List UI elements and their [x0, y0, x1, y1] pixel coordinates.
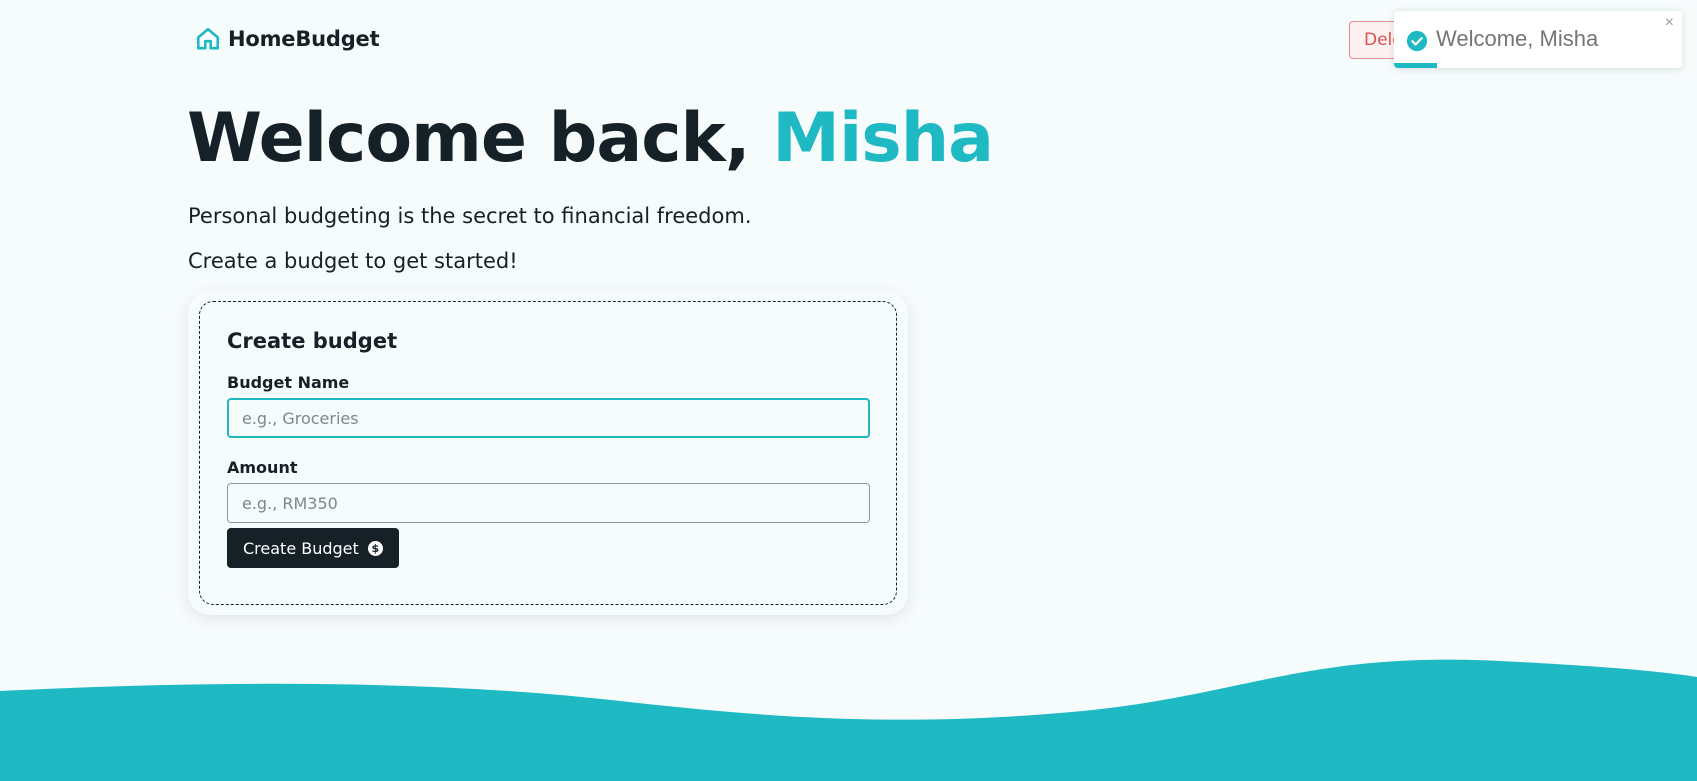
form-title: Create budget — [227, 329, 398, 353]
create-budget-button[interactable]: Create Budget $ — [227, 528, 399, 568]
welcome-greeting: Welcome back, — [187, 99, 773, 178]
welcome-toast: Welcome, Misha × — [1394, 11, 1682, 68]
decorative-wave — [0, 659, 1697, 781]
toast-message: Welcome, Misha — [1436, 26, 1599, 51]
home-icon — [196, 27, 220, 50]
home-link[interactable]: HomeBudget — [195, 26, 380, 52]
toast-close-button[interactable]: × — [1665, 14, 1674, 32]
check-circle-icon — [1406, 30, 1428, 52]
create-budget-form: Create budget Budget Name Amount Create … — [199, 301, 897, 605]
welcome-username: Misha — [772, 99, 994, 178]
amount-input[interactable] — [227, 483, 870, 523]
get-started-text: Create a budget to get started! — [188, 249, 518, 273]
create-budget-card: Create budget Budget Name Amount Create … — [188, 291, 908, 615]
amount-label: Amount — [227, 458, 298, 477]
dollar-circle-icon: $ — [367, 540, 383, 556]
toast-progress-bar — [1394, 63, 1438, 68]
budget-name-label: Budget Name — [227, 373, 350, 392]
app-logo-text: HomeBudget — [228, 27, 380, 51]
budget-name-input[interactable] — [227, 398, 870, 438]
create-budget-label: Create Budget — [243, 538, 359, 558]
welcome-heading: Welcome back, Misha — [187, 99, 994, 178]
tagline-text: Personal budgeting is the secret to fina… — [188, 204, 752, 228]
